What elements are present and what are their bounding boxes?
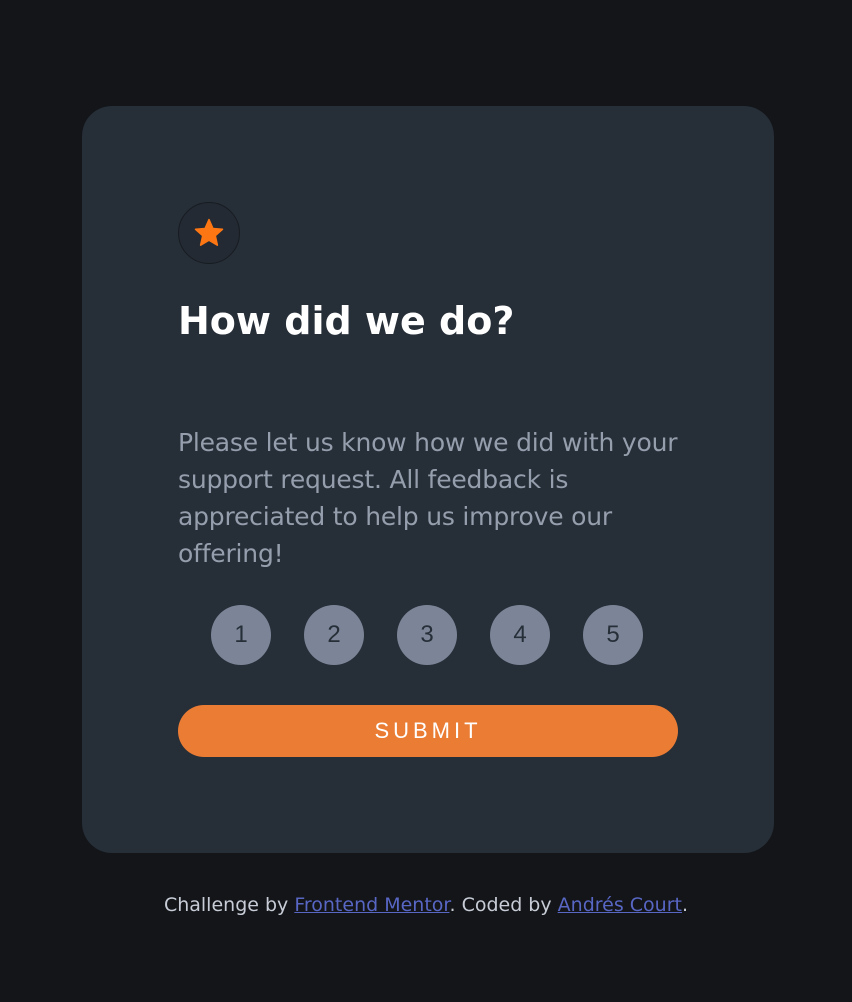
card-title: How did we do? [178, 299, 515, 343]
rating-button-2[interactable]: 2 [304, 605, 364, 665]
star-badge [178, 202, 240, 264]
attribution-middle: . Coded by [449, 894, 558, 916]
rating-button-3[interactable]: 3 [397, 605, 457, 665]
rating-card: How did we do? Please let us know how we… [82, 106, 774, 853]
author-link[interactable]: Andrés Court [558, 894, 682, 916]
rating-options: 1 2 3 4 5 [211, 605, 643, 665]
attribution-suffix: . [681, 894, 689, 916]
frontend-mentor-link[interactable]: Frontend Mentor [294, 894, 449, 916]
star-icon [194, 218, 224, 246]
attribution-prefix: Challenge by [163, 894, 295, 916]
submit-button[interactable]: SUBMIT [178, 705, 678, 757]
rating-button-4[interactable]: 4 [490, 605, 550, 665]
attribution: Challenge by Frontend Mentor. Coded by A… [0, 890, 852, 920]
card-description: Please let us know how we did with your … [178, 428, 678, 568]
rating-button-1[interactable]: 1 [211, 605, 271, 665]
rating-button-5[interactable]: 5 [583, 605, 643, 665]
